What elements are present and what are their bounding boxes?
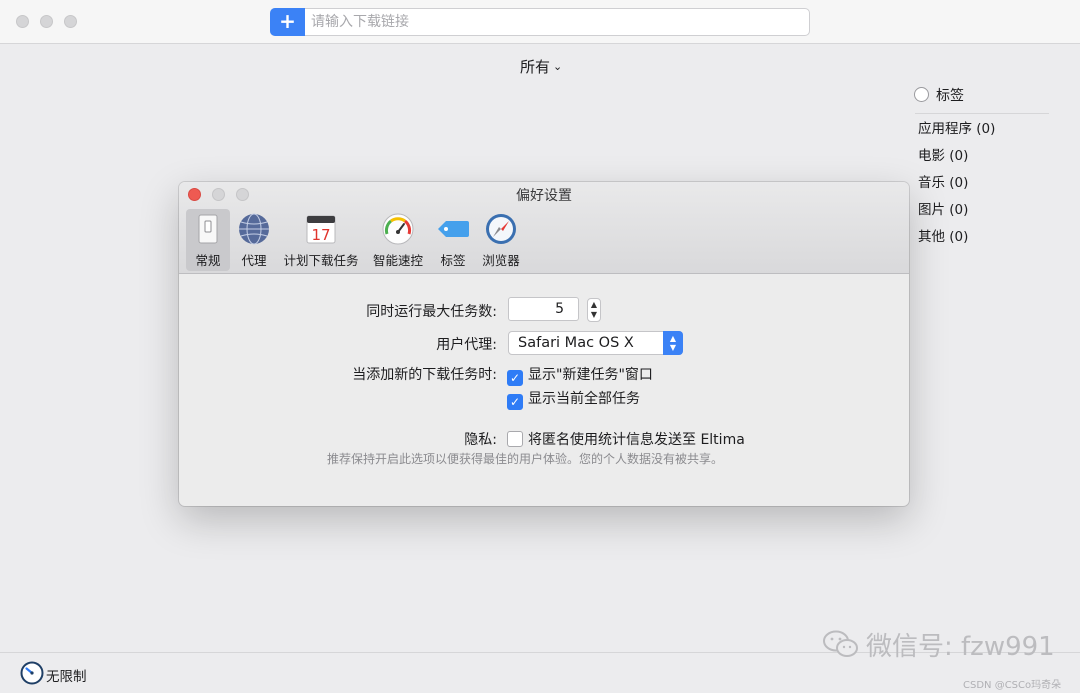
tab-browser-label: 浏览器 xyxy=(482,253,520,268)
show-all-tasks-option[interactable]: ✓ 显示当前全部任务 xyxy=(507,388,640,410)
max-tasks-input[interactable]: 5 xyxy=(508,297,579,321)
title-bar: + xyxy=(0,0,1080,44)
download-url-input[interactable] xyxy=(311,11,801,33)
compass-icon xyxy=(486,214,516,244)
tag-item-other[interactable]: 其他 (0) xyxy=(918,227,995,254)
updown-arrows-icon: ▲ ▼ xyxy=(663,331,683,355)
tab-proxy[interactable]: 代理 xyxy=(234,209,274,271)
switch-icon xyxy=(198,214,218,244)
calendar-icon: 17 xyxy=(306,215,336,244)
wechat-icon xyxy=(823,630,858,657)
url-bar: + xyxy=(270,8,810,36)
tag-item-movies[interactable]: 电影 (0) xyxy=(918,146,995,173)
minimize-window-button[interactable] xyxy=(40,15,53,28)
tab-schedule[interactable]: 17 计划下载任务 xyxy=(281,209,361,271)
tags-header[interactable]: 标签 xyxy=(914,85,964,105)
tab-proxy-label: 代理 xyxy=(241,253,267,268)
max-tasks-stepper[interactable]: ▲ ▼ xyxy=(587,298,601,322)
svg-text:17: 17 xyxy=(311,226,330,244)
user-agent-select[interactable]: Safari Mac OS X ▲ ▼ xyxy=(508,331,683,355)
user-agent-value: Safari Mac OS X xyxy=(518,335,634,351)
filter-dropdown[interactable]: 所有 ⌄ xyxy=(520,56,600,76)
show-new-task-window-label: 显示"新建任务"窗口 xyxy=(528,367,653,383)
privacy-hint: 推荐保持开启此选项以便获得最佳的用户体验。您的个人数据没有被共享。 xyxy=(327,452,724,466)
close-window-button[interactable] xyxy=(16,15,29,28)
user-agent-label: 用户代理: xyxy=(436,337,497,353)
tag-item-music[interactable]: 音乐 (0) xyxy=(918,173,995,200)
privacy-label: 隐私: xyxy=(464,432,497,448)
divider xyxy=(915,113,1049,114)
max-tasks-label: 同时运行最大任务数: xyxy=(366,304,497,320)
show-new-task-window-option[interactable]: ✓ 显示"新建任务"窗口 xyxy=(507,364,653,386)
tag-item-pictures[interactable]: 图片 (0) xyxy=(918,200,995,227)
anonymous-stats-option[interactable]: 将匿名使用统计信息发送至 Eltima xyxy=(507,429,745,449)
chevron-down-icon: ⌄ xyxy=(553,60,563,73)
footer-credit: CSDN @CSCo玛奇朵 xyxy=(963,680,1062,691)
tab-general-label: 常规 xyxy=(195,253,221,268)
tab-tags[interactable]: 标签 xyxy=(433,209,473,271)
speed-limit-label[interactable]: 无限制 xyxy=(46,665,87,685)
tab-schedule-label: 计划下载任务 xyxy=(283,253,359,268)
add-download-button[interactable]: + xyxy=(270,8,305,36)
checkbox-checked-icon[interactable]: ✓ xyxy=(507,394,523,410)
watermark: 微信号: fzw991 xyxy=(822,626,1055,662)
tab-smart-speed-label: 智能速控 xyxy=(372,253,423,268)
tags-radio-icon[interactable] xyxy=(914,87,929,102)
on-add-label: 当添加新的下载任务时: xyxy=(352,367,497,383)
tag-list: 应用程序 (0) 电影 (0) 音乐 (0) 图片 (0) 其他 (0) xyxy=(918,119,995,254)
dialog-title: 偏好设置 xyxy=(516,188,572,204)
watermark-text: 微信号: fzw991 xyxy=(866,632,1055,662)
tab-browser[interactable]: 浏览器 xyxy=(479,209,523,271)
preferences-dialog: 偏好设置 常规 代理 17 计划下载任务 智能速控 标签 浏览器 同时运行最大任… xyxy=(179,182,909,506)
tag-item-applications[interactable]: 应用程序 (0) xyxy=(918,119,995,146)
speed-limit-icon[interactable] xyxy=(20,661,44,685)
preferences-toolbar: 偏好设置 常规 代理 17 计划下载任务 智能速控 标签 浏览器 xyxy=(179,182,909,274)
checkbox-unchecked-icon[interactable] xyxy=(507,431,523,447)
tab-general[interactable]: 常规 xyxy=(186,209,230,271)
speedometer-icon xyxy=(382,213,414,245)
zoom-window-button[interactable] xyxy=(64,15,77,28)
checkbox-checked-icon[interactable]: ✓ xyxy=(507,370,523,386)
tags-header-label: 标签 xyxy=(936,88,964,104)
filter-label: 所有 xyxy=(520,58,551,76)
tab-tags-label: 标签 xyxy=(440,253,466,268)
show-all-tasks-label: 显示当前全部任务 xyxy=(528,391,640,407)
tag-icon xyxy=(438,221,469,237)
tab-smart-speed[interactable]: 智能速控 xyxy=(370,209,426,271)
anonymous-stats-label: 将匿名使用统计信息发送至 Eltima xyxy=(528,432,745,448)
general-settings-panel: 同时运行最大任务数: 5 ▲ ▼ 用户代理: Safari Mac OS X ▲ ▼… xyxy=(179,274,909,506)
globe-icon xyxy=(239,213,269,245)
